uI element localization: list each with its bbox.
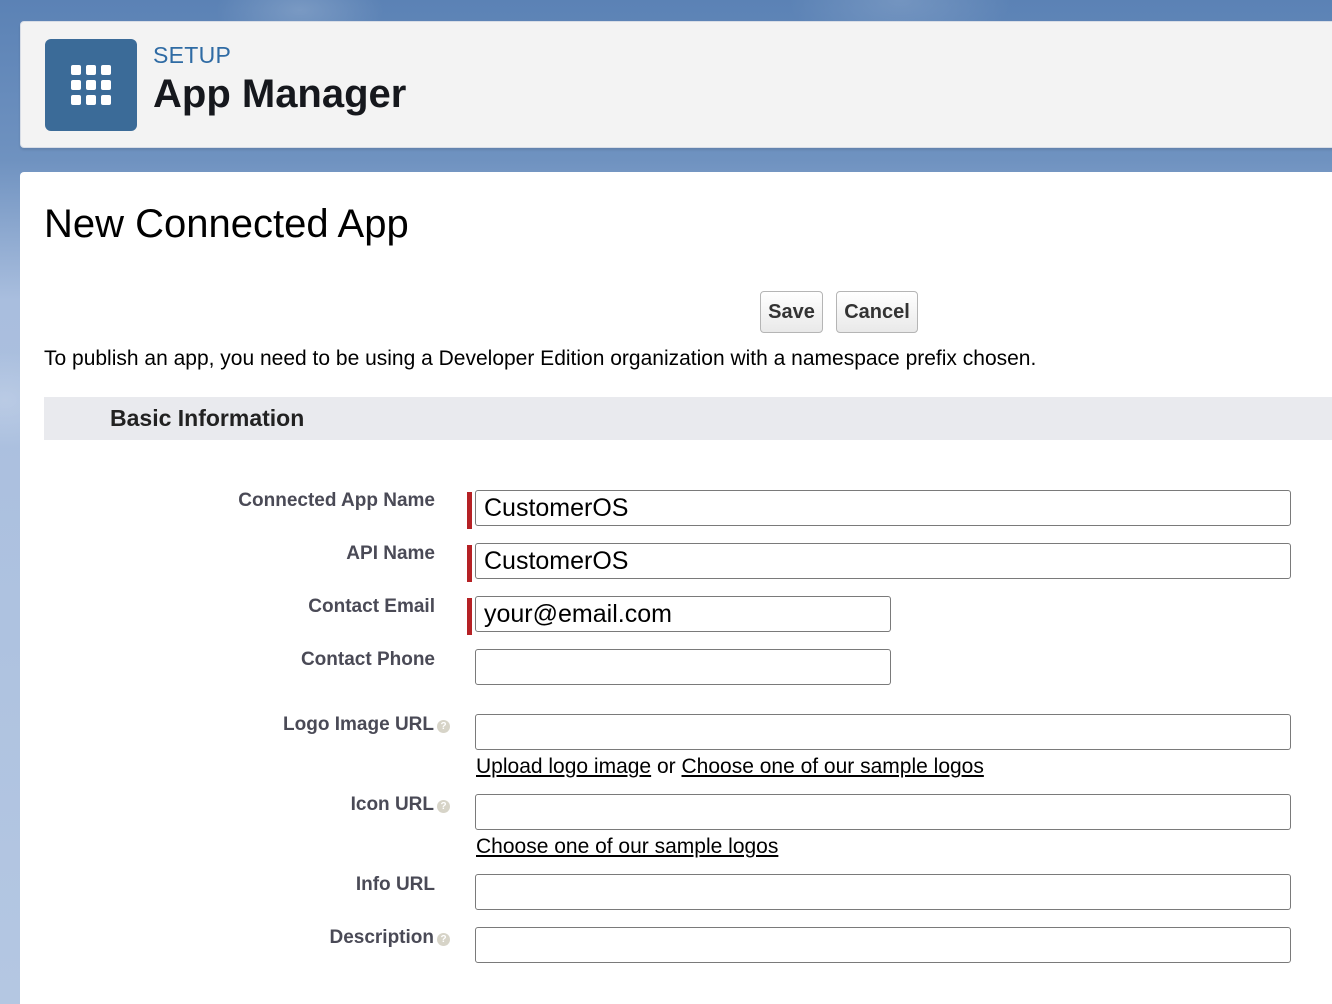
icon-url-input[interactable] xyxy=(475,794,1291,830)
required-marker xyxy=(467,545,472,582)
section-header-basic-information: Basic Information xyxy=(44,397,1332,440)
connected-app-name-label: Connected App Name xyxy=(238,490,435,511)
description-input[interactable] xyxy=(475,927,1291,963)
section-title: Basic Information xyxy=(110,405,305,431)
or-text: or xyxy=(656,755,676,778)
upload-logo-image-link[interactable]: Upload logo image xyxy=(476,755,651,778)
logo-image-url-label: Logo Image URL xyxy=(283,714,434,735)
api-name-label: API Name xyxy=(346,543,435,564)
choose-sample-icons-link[interactable]: Choose one of our sample logos xyxy=(476,835,778,858)
api-name-input[interactable] xyxy=(475,543,1291,579)
help-icon[interactable]: ? xyxy=(437,800,450,813)
contact-phone-input[interactable] xyxy=(475,649,891,685)
contact-phone-label: Contact Phone xyxy=(300,649,435,670)
help-icon[interactable]: ? xyxy=(437,933,450,946)
icon-links: Choose one of our sample logos xyxy=(476,835,778,859)
main-panel: New Connected App Save Cancel To publish… xyxy=(20,172,1332,1004)
form-title: New Connected App xyxy=(44,202,409,246)
logo-image-url-input[interactable] xyxy=(475,714,1291,750)
required-marker xyxy=(467,598,472,635)
contact-email-input[interactable] xyxy=(475,596,891,632)
save-button[interactable]: Save xyxy=(760,291,823,333)
contact-email-label: Contact Email xyxy=(308,596,435,617)
setup-eyebrow: SETUP xyxy=(153,42,232,68)
icon-url-label: Icon URL xyxy=(350,794,434,815)
required-marker xyxy=(467,492,472,529)
publish-notice: To publish an app, you need to be using … xyxy=(44,347,1037,370)
description-label: Description xyxy=(329,927,434,948)
app-manager-icon xyxy=(45,39,137,131)
page-title: App Manager xyxy=(153,72,407,116)
info-url-label: Info URL xyxy=(355,874,435,895)
info-url-input[interactable] xyxy=(475,874,1291,910)
logo-links: Upload logo image or Choose one of our s… xyxy=(476,755,984,779)
help-icon[interactable]: ? xyxy=(437,720,450,733)
page-header: SETUP App Manager xyxy=(20,21,1332,148)
app-launcher-grid-icon xyxy=(71,65,111,105)
choose-sample-logos-link[interactable]: Choose one of our sample logos xyxy=(682,755,984,778)
connected-app-name-input[interactable] xyxy=(475,490,1291,526)
cancel-button[interactable]: Cancel xyxy=(836,291,918,333)
